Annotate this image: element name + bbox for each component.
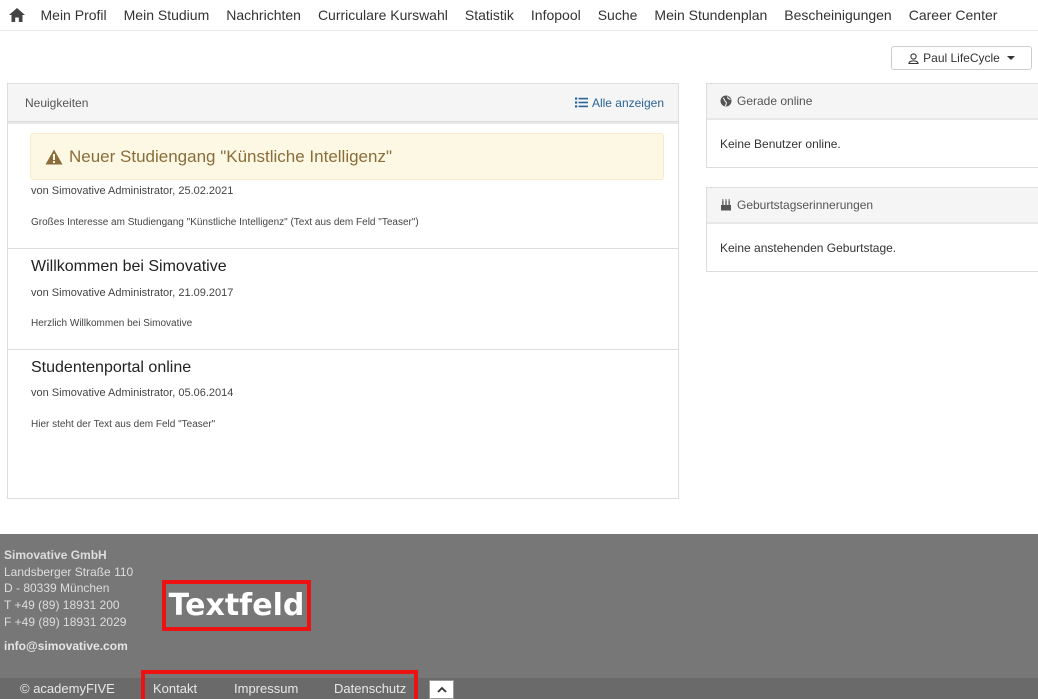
top-navbar: Mein Profil Mein Studium Nachrichten Cur… [0, 0, 1038, 31]
birthday-panel-title: Geburtstagserinnerungen [737, 198, 874, 212]
online-panel-title: Gerade online [737, 94, 813, 108]
cake-icon [721, 199, 731, 211]
nav-item-mein-studium[interactable]: Mein Studium [115, 0, 218, 31]
nav-item-bescheinigungen[interactable]: Bescheinigungen [776, 0, 900, 31]
copyright-text: © academyFIVE [20, 681, 115, 696]
user-name: Paul LifeCycle [923, 51, 1000, 65]
news-meta: von Simovative Administrator, 21.09.2017 [31, 287, 234, 299]
news-title: Neuer Studiengang "Künstliche Intelligen… [69, 146, 392, 166]
footer: Simovative GmbH Landsberger Straße 110 D… [0, 534, 1038, 678]
footer-link-kontakt[interactable]: Kontakt [153, 681, 197, 696]
textfeld-label: Textfeld [168, 588, 305, 623]
birthday-panel: Geburtstagserinnerungen Keine anstehende… [706, 187, 1038, 272]
footer-address: Simovative GmbH Landsberger Straße 110 D… [4, 547, 133, 631]
globe-icon [720, 95, 732, 107]
nav-menu: Mein Profil Mein Studium Nachrichten Cur… [32, 0, 1006, 31]
nav-item-mein-profil[interactable]: Mein Profil [32, 0, 115, 31]
list-icon [574, 97, 588, 108]
show-all-label: Alle anzeigen [591, 95, 664, 110]
footer-phone: T +49 (89) 18931 200 [4, 598, 120, 613]
footer-city: D - 80339 München [4, 581, 110, 596]
warning-icon [45, 149, 63, 164]
footer-fax: F +49 (89) 18931 2029 [4, 614, 127, 629]
news-separator [8, 349, 678, 350]
user-icon [908, 52, 919, 64]
nav-item-mein-stundenplan[interactable]: Mein Stundenplan [646, 0, 776, 31]
news-title[interactable]: Studentenportal online [31, 359, 191, 377]
news-meta: von Simovative Administrator, 05.06.2014 [31, 387, 234, 399]
footer-company: Simovative GmbH [4, 548, 107, 562]
chevron-up-icon [436, 686, 447, 693]
nav-item-suche[interactable]: Suche [589, 0, 646, 31]
caret-down-icon [1006, 56, 1015, 60]
home-icon[interactable] [2, 0, 32, 31]
online-panel-header: Gerade online [707, 84, 1038, 120]
user-menu-button[interactable]: Paul LifeCycle [891, 46, 1032, 70]
news-meta: von Simovative Administrator, 25.02.2021 [31, 185, 234, 197]
show-all-link[interactable]: Alle anzeigen [574, 95, 664, 110]
news-title[interactable]: Willkommen bei Simovative [31, 258, 227, 276]
news-teaser: Hier steht der Text aus dem Feld "Teaser… [31, 419, 216, 430]
nav-item-career-center[interactable]: Career Center [900, 0, 1006, 31]
nav-item-infopool[interactable]: Infopool [522, 0, 589, 31]
news-teaser: Großes Interesse am Studiengang "Künstli… [31, 217, 419, 228]
birthday-panel-body: Keine anstehenden Geburtstage. [720, 240, 897, 255]
nav-item-statistik[interactable]: Statistik [456, 0, 522, 31]
scroll-to-top-button[interactable] [429, 680, 454, 699]
textfeld-annotation: Textfeld [162, 580, 311, 631]
nav-item-curriculare-kurswahl[interactable]: Curriculare Kurswahl [309, 0, 456, 31]
online-panel-body: Keine Benutzer online. [720, 136, 841, 151]
online-panel: Gerade online Keine Benutzer online. [706, 83, 1038, 168]
footer-link-impressum[interactable]: Impressum [234, 681, 298, 696]
footer-email-link[interactable]: info@simovative.com [4, 639, 128, 653]
header-divider [8, 122, 678, 124]
news-item-alert[interactable]: Neuer Studiengang "Künstliche Intelligen… [30, 133, 664, 180]
news-panel-header: Neuigkeiten Alle anzeigen [8, 84, 678, 122]
news-teaser: Herzlich Willkommen bei Simovative [31, 318, 193, 329]
footer-link-datenschutz[interactable]: Datenschutz [334, 681, 406, 696]
news-panel: Neuigkeiten Alle anzeigen Neuer Studieng… [7, 83, 679, 499]
news-separator [8, 248, 678, 249]
nav-item-nachrichten[interactable]: Nachrichten [218, 0, 310, 31]
news-panel-title: Neuigkeiten [25, 95, 89, 110]
footer-street: Landsberger Straße 110 [4, 564, 134, 579]
birthday-panel-header: Geburtstagserinnerungen [707, 188, 1038, 224]
